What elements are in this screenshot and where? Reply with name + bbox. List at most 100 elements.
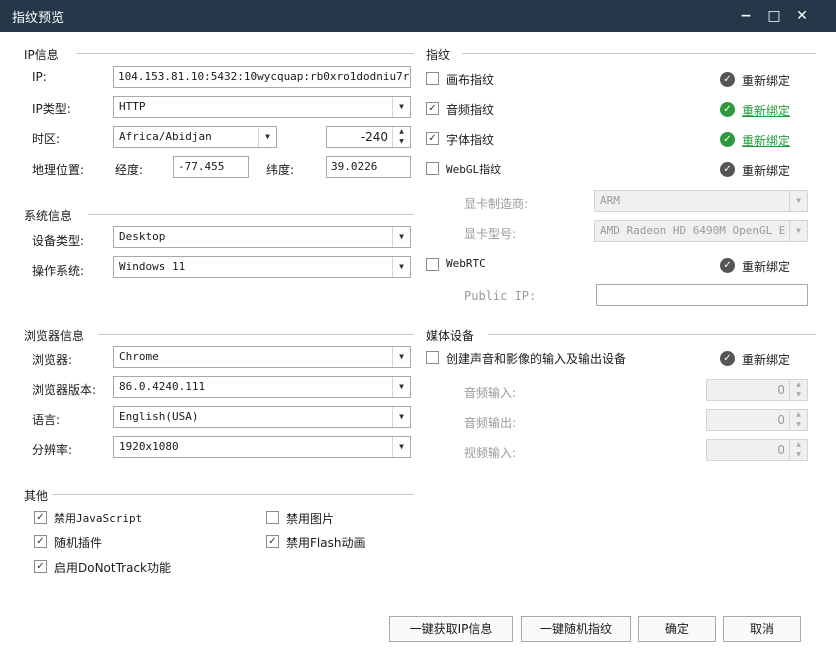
checkbox-unchecked-icon[interactable] [426, 72, 439, 85]
ip-input[interactable]: 104.153.81.10:5432:10wycquap:rb0xro1dodn… [113, 66, 411, 88]
geo-label: 地理位置: [32, 163, 85, 177]
audio-rebind-link[interactable]: ✓ 重新绑定 [720, 101, 820, 119]
resolution-value: 1920x1080 [119, 440, 179, 453]
checkbox-label: 禁用图片 [286, 512, 335, 526]
checkbox-unchecked-icon[interactable] [426, 162, 439, 175]
chevron-down-icon[interactable]: ▼ [392, 257, 410, 277]
language-select[interactable]: English(USA) ▼ [113, 406, 411, 428]
gpu-model-value: AMD Radeon HD 6490M OpenGL E [600, 224, 785, 237]
gpu-model-select[interactable]: AMD Radeon HD 6490M OpenGL E ▼ [594, 220, 808, 242]
disable-javascript-checkbox[interactable]: ✓ 禁用JavaScript [34, 509, 234, 527]
chevron-down-icon[interactable]: ▼ [392, 227, 410, 247]
audio-fingerprint-checkbox[interactable]: ✓ 音频指纹 [426, 100, 626, 118]
timezone-select[interactable]: Africa/Abidjan ▼ [113, 126, 277, 148]
checkbox-checked-icon[interactable]: ✓ [426, 132, 439, 145]
dnt-checkbox[interactable]: ✓ 启用DoNotTrack功能 [34, 558, 254, 576]
checkbox-label: 音频指纹 [446, 103, 495, 117]
cancel-button[interactable]: 取消 [723, 616, 801, 642]
rebind-label: 重新绑定 [742, 164, 791, 178]
chevron-down-icon[interactable]: ▼ [789, 221, 807, 241]
spin-down-icon[interactable]: ▼ [790, 420, 807, 430]
os-select[interactable]: Windows 11 ▼ [113, 256, 411, 278]
checkbox-label: 创建声音和影像的输入及输出设备 [446, 352, 627, 366]
checkbox-unchecked-icon[interactable] [426, 351, 439, 364]
rebind-label[interactable]: 重新绑定 [742, 102, 790, 119]
font-fingerprint-checkbox[interactable]: ✓ 字体指纹 [426, 130, 626, 148]
canvas-rebind-button[interactable]: ✓ 重新绑定 [720, 71, 820, 89]
rebind-label[interactable]: 重新绑定 [742, 132, 790, 149]
random-plugins-checkbox[interactable]: ✓ 随机插件 [34, 533, 234, 551]
checkbox-unchecked-icon[interactable] [266, 511, 279, 524]
canvas-fingerprint-checkbox[interactable]: 画布指纹 [426, 70, 626, 88]
audio-input-stepper[interactable]: 0 ▲ ▼ [706, 379, 808, 401]
browser-label: 浏览器: [32, 353, 73, 367]
webgl-rebind-button[interactable]: ✓ 重新绑定 [720, 161, 820, 179]
spin-down-icon[interactable]: ▼ [790, 390, 807, 400]
window-title: 指纹预览 [12, 11, 65, 26]
chevron-down-icon[interactable]: ▼ [789, 191, 807, 211]
checkbox-unchecked-icon[interactable] [426, 258, 439, 271]
video-input-stepper[interactable]: 0 ▲ ▼ [706, 439, 808, 461]
divider [488, 334, 816, 335]
spin-down-icon[interactable]: ▼ [790, 450, 807, 460]
public-ip-input[interactable] [596, 284, 808, 306]
random-fingerprint-button[interactable]: 一键随机指纹 [521, 616, 631, 642]
spin-up-icon[interactable]: ▲ [393, 127, 410, 137]
ip-type-select[interactable]: HTTP ▼ [113, 96, 411, 118]
latitude-input[interactable]: 39.0226 [326, 156, 411, 178]
checkbox-checked-icon[interactable]: ✓ [426, 102, 439, 115]
check-circle-icon: ✓ [720, 132, 735, 147]
browser-version-select[interactable]: 86.0.4240.111 ▼ [113, 376, 411, 398]
rebind-label: 重新绑定 [742, 353, 791, 367]
rebind-label: 重新绑定 [742, 260, 791, 274]
close-icon[interactable]: ✕ [790, 4, 814, 28]
check-circle-icon: ✓ [720, 72, 735, 87]
resolution-select[interactable]: 1920x1080 ▼ [113, 436, 411, 458]
ok-button[interactable]: 确定 [638, 616, 716, 642]
check-circle-icon: ✓ [720, 102, 735, 117]
webrtc-checkbox[interactable]: WebRTC [426, 256, 626, 274]
webgl-fingerprint-checkbox[interactable]: WebGL指纹 [426, 160, 626, 178]
spin-up-icon[interactable]: ▲ [790, 380, 807, 390]
maximize-icon[interactable]: □ [762, 4, 786, 28]
checkbox-label: WebRTC [446, 257, 486, 270]
font-rebind-link[interactable]: ✓ 重新绑定 [720, 131, 820, 149]
other-header: 其他 [24, 489, 49, 503]
chevron-down-icon[interactable]: ▼ [392, 437, 410, 457]
gpu-vendor-select[interactable]: ARM ▼ [594, 190, 808, 212]
webrtc-rebind-button[interactable]: ✓ 重新绑定 [720, 257, 820, 275]
audio-output-stepper[interactable]: 0 ▲ ▼ [706, 409, 808, 431]
disable-images-checkbox[interactable]: 禁用图片 [266, 509, 406, 527]
chevron-down-icon[interactable]: ▼ [392, 347, 410, 367]
checkbox-label: 禁用JavaScript [54, 512, 143, 525]
browser-select[interactable]: Chrome ▼ [113, 346, 411, 368]
ip-type-label: IP类型: [32, 102, 71, 116]
checkbox-checked-icon[interactable]: ✓ [266, 535, 279, 548]
chevron-down-icon[interactable]: ▼ [392, 97, 410, 117]
spin-up-icon[interactable]: ▲ [790, 440, 807, 450]
media-rebind-button[interactable]: ✓ 重新绑定 [720, 350, 820, 368]
resolution-label: 分辨率: [32, 443, 73, 457]
device-type-select[interactable]: Desktop ▼ [113, 226, 411, 248]
chevron-down-icon[interactable]: ▼ [392, 377, 410, 397]
timezone-offset-stepper[interactable]: -240 ▲ ▼ [326, 126, 411, 148]
gpu-vendor-value: ARM [600, 194, 620, 207]
create-media-devices-checkbox[interactable]: 创建声音和影像的输入及输出设备 [426, 349, 686, 367]
longitude-input[interactable]: -77.455 [173, 156, 249, 178]
get-ip-info-button[interactable]: 一键获取IP信息 [389, 616, 513, 642]
checkbox-checked-icon[interactable]: ✓ [34, 560, 47, 573]
checkbox-checked-icon[interactable]: ✓ [34, 511, 47, 524]
disable-flash-checkbox[interactable]: ✓ 禁用Flash动画 [266, 533, 416, 551]
chevron-down-icon[interactable]: ▼ [258, 127, 276, 147]
minimize-icon[interactable]: − [734, 4, 758, 28]
os-value: Windows 11 [119, 260, 186, 273]
chevron-down-icon[interactable]: ▼ [392, 407, 410, 427]
ip-label: IP: [32, 70, 47, 84]
checkbox-checked-icon[interactable]: ✓ [34, 535, 47, 548]
language-value: English(USA) [119, 410, 199, 423]
spin-up-icon[interactable]: ▲ [790, 410, 807, 420]
os-label: 操作系统: [32, 264, 85, 278]
checkbox-label: 字体指纹 [446, 133, 495, 147]
spin-down-icon[interactable]: ▼ [393, 137, 410, 147]
media-devices-header: 媒体设备 [426, 329, 475, 343]
